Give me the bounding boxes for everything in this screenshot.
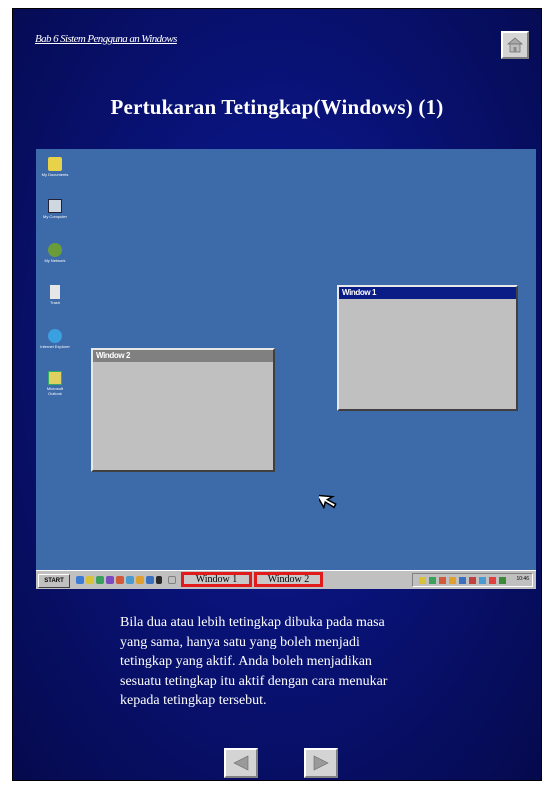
computer-icon (48, 199, 62, 213)
body-paragraph: Bila dua atau lebih tetingkap dibuka pad… (120, 615, 388, 708)
tray-icon[interactable] (449, 577, 456, 584)
tray-icon[interactable] (459, 577, 466, 584)
triangle-left-icon (233, 755, 249, 771)
quicklaunch-icon[interactable] (96, 576, 104, 584)
folder-icon (48, 157, 62, 171)
clock[interactable]: 10:46 (516, 576, 529, 582)
desktop-icon-trash[interactable]: Trash (40, 285, 70, 305)
quicklaunch-icon[interactable] (116, 576, 124, 584)
tray-icon[interactable] (419, 577, 426, 584)
quicklaunch-icon[interactable] (156, 576, 162, 584)
desktop-icon-computer[interactable]: My Computer (40, 199, 70, 219)
trash-icon (50, 285, 60, 299)
window-1-titlebar[interactable]: Window 1 (339, 287, 516, 299)
slide-title: Pertukaran Tetingkap(Windows) (1) (110, 95, 444, 119)
tray-icon[interactable] (499, 577, 506, 584)
taskbar: START Window 1 Window 2 10:46 (36, 570, 536, 589)
outlook-icon (48, 371, 62, 385)
breadcrumb[interactable]: Bab 6 Sistem Pengguna an Windows (35, 33, 177, 45)
tray-icon[interactable] (479, 577, 486, 584)
quicklaunch-icon[interactable] (126, 576, 134, 584)
quicklaunch-icon[interactable] (76, 576, 84, 584)
system-tray: 10:46 (412, 573, 533, 587)
triangle-right-icon (313, 755, 329, 771)
mouse-pointer-icon (319, 494, 337, 510)
home-button[interactable] (501, 31, 529, 59)
quicklaunch-icon[interactable] (168, 576, 176, 584)
tray-icon[interactable] (439, 577, 446, 584)
slide: Bab 6 Sistem Pengguna an Windows Pertuka… (12, 8, 542, 781)
quicklaunch-icon[interactable] (146, 576, 154, 584)
window-1[interactable]: Window 1 (337, 285, 518, 411)
desktop-icon-documents[interactable]: My Documents (40, 157, 70, 177)
desktop-icon-outlook[interactable]: Microsoft Outlook (40, 371, 70, 396)
desktop-icon-network[interactable]: My Network (40, 243, 70, 263)
quicklaunch-icon[interactable] (86, 576, 94, 584)
tray-icon[interactable] (489, 577, 496, 584)
ie-icon (48, 329, 62, 343)
tray-icon[interactable] (469, 577, 476, 584)
quicklaunch-icon[interactable] (136, 576, 144, 584)
home-icon (506, 37, 524, 53)
next-button[interactable] (304, 748, 338, 778)
desktop-icon-ie[interactable]: Internet Explorer (40, 329, 70, 349)
taskbar-button-window-1[interactable]: Window 1 (181, 572, 252, 587)
window-2-titlebar[interactable]: Window 2 (93, 350, 273, 362)
taskbar-button-window-2[interactable]: Window 2 (254, 572, 323, 587)
network-icon (48, 243, 62, 257)
prev-button[interactable] (224, 748, 258, 778)
start-button[interactable]: START (38, 574, 70, 588)
quicklaunch-icon[interactable] (106, 576, 114, 584)
desktop-screenshot: My Documents My Computer My Network Tras… (36, 149, 536, 589)
tray-icon[interactable] (429, 577, 436, 584)
window-2[interactable]: Window 2 (91, 348, 275, 472)
